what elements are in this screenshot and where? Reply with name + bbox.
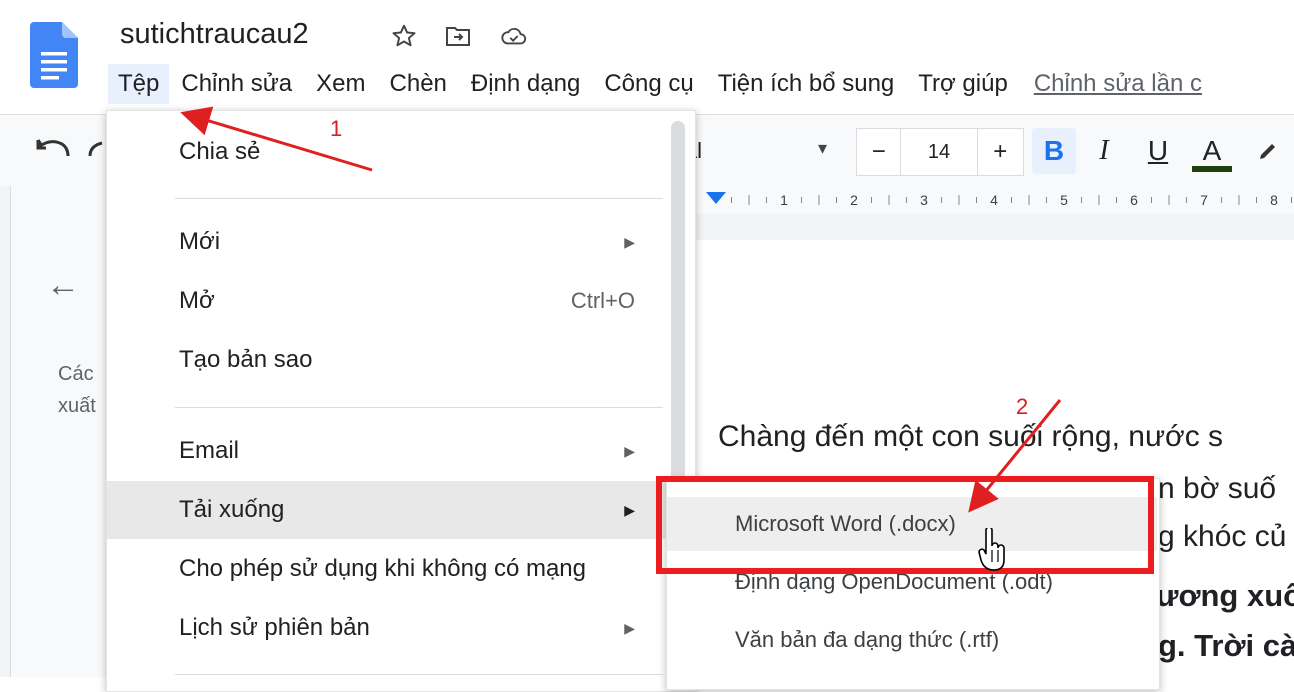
ruler-tick-label: 3 xyxy=(920,192,928,208)
menu-item-new[interactable]: Mới ▶ xyxy=(107,213,693,271)
ruler-tick-label: 1 xyxy=(780,192,788,208)
docs-logo-icon[interactable] xyxy=(30,22,78,88)
doc-text-line: ương xuố xyxy=(1156,578,1294,613)
menu-item-label: Cho phép sử dụng khi không có mạng xyxy=(179,555,587,582)
ruler-tick-label: 8 xyxy=(1270,192,1278,208)
last-edit-link[interactable]: Chỉnh sửa lần c xyxy=(1034,70,1202,98)
undo-icon[interactable] xyxy=(34,132,74,168)
horizontal-ruler[interactable]: 1 2 3 4 5 6 7 8 xyxy=(694,186,1294,215)
indent-marker[interactable] xyxy=(706,192,726,204)
document-title[interactable]: sutichtraucau2 xyxy=(120,18,309,51)
ruler-tick-label: 2 xyxy=(850,192,858,208)
menu-help[interactable]: Trợ giúp xyxy=(906,64,1020,104)
ruler-tick-label: 7 xyxy=(1200,192,1208,208)
page-margin xyxy=(694,214,1294,240)
bold-button[interactable]: B xyxy=(1032,128,1076,174)
menu-item-share[interactable]: Chia sẻ xyxy=(107,123,693,181)
menu-item-label: Mở xyxy=(179,287,215,314)
ruler-tick-label: 5 xyxy=(1060,192,1068,208)
increase-font-size-button[interactable]: + xyxy=(978,129,1023,175)
doc-text-line: g khóc củ xyxy=(1158,520,1287,553)
menu-bar: Tệp Chỉnh sửa Xem Chèn Định dạng Công cụ… xyxy=(108,64,1202,104)
menu-item-label: Tải xuống xyxy=(179,496,285,523)
menu-item-offline[interactable]: Cho phép sử dụng khi không có mạng xyxy=(107,540,693,598)
move-folder-icon[interactable] xyxy=(444,22,472,50)
menu-item-email[interactable]: Email ▶ xyxy=(107,422,693,480)
submenu-arrow-icon: ▶ xyxy=(624,233,635,250)
chevron-down-icon[interactable]: ▾ xyxy=(818,138,827,159)
menu-insert[interactable]: Chèn xyxy=(378,64,459,104)
doc-text-line: n bờ suố xyxy=(1158,472,1277,505)
hand-cursor-icon xyxy=(978,528,1005,571)
menu-view[interactable]: Xem xyxy=(304,64,377,104)
star-icon[interactable] xyxy=(390,22,418,50)
menu-item-make-copy[interactable]: Tạo bản sao xyxy=(107,331,693,389)
menu-format[interactable]: Định dạng xyxy=(459,64,592,104)
menu-item-open[interactable]: Mở Ctrl+O xyxy=(107,272,693,330)
text-color-swatch xyxy=(1192,166,1232,172)
download-rtf-option[interactable]: Văn bản đa dạng thức (.rtf) xyxy=(667,613,1157,667)
ruler-tick-label: 4 xyxy=(990,192,998,208)
annotation-step-1: 1 xyxy=(330,116,343,141)
menu-item-label: Chia sẻ xyxy=(179,138,261,165)
annotation-highlight-box xyxy=(656,476,1154,574)
shortcut-label: Ctrl+O xyxy=(570,288,635,313)
italic-button[interactable]: I xyxy=(1082,128,1126,174)
document-outline-panel xyxy=(11,186,106,677)
menu-item-label: Tạo bản sao xyxy=(179,346,313,373)
annotation-step-2: 2 xyxy=(1016,394,1029,419)
menu-divider xyxy=(175,674,663,675)
doc-text-line: g. Trời cà xyxy=(1158,628,1294,663)
menu-file[interactable]: Tệp xyxy=(108,64,170,104)
submenu-arrow-icon: ▶ xyxy=(624,442,635,459)
menu-addons[interactable]: Tiện ích bổ sung xyxy=(706,64,907,104)
menu-divider xyxy=(175,407,663,408)
outline-line: xuất xyxy=(58,395,96,417)
menu-scrollbar[interactable] xyxy=(671,121,685,491)
decrease-font-size-button[interactable]: − xyxy=(857,129,902,175)
vertical-ruler xyxy=(0,186,11,677)
underline-button[interactable]: U xyxy=(1136,128,1180,174)
submenu-arrow-icon: ▶ xyxy=(624,619,635,636)
submenu-arrow-icon: ▶ xyxy=(624,501,635,518)
doc-text-line: Chàng đến một con suối rộng, nước s xyxy=(718,420,1224,453)
highlight-pen-icon[interactable] xyxy=(1246,128,1290,174)
outline-text: Các xuất xyxy=(58,358,106,422)
ruler-tick-label: 6 xyxy=(1130,192,1138,208)
font-size-input[interactable]: 14 xyxy=(901,129,978,175)
menu-item-label: Email xyxy=(179,437,240,464)
menu-tools[interactable]: Công cụ xyxy=(592,64,705,104)
menu-item-download[interactable]: Tải xuống ▶ xyxy=(107,481,693,539)
menu-edit[interactable]: Chỉnh sửa xyxy=(169,64,304,104)
arrow-left-icon[interactable]: ← xyxy=(46,266,80,305)
outline-line: Các xyxy=(58,363,94,385)
cloud-saved-icon[interactable] xyxy=(500,22,528,50)
font-size-stepper: − 14 + xyxy=(856,128,1024,176)
menu-divider xyxy=(175,198,663,199)
redo-icon[interactable] xyxy=(84,132,104,168)
menu-item-label: Lịch sử phiên bản xyxy=(179,614,370,641)
menu-item-version-history[interactable]: Lịch sử phiên bản ▶ xyxy=(107,599,693,657)
menu-item-label: Văn bản đa dạng thức (.rtf) xyxy=(735,627,1000,652)
menu-item-label: Mới xyxy=(179,228,221,255)
file-menu: Chia sẻ Mới ▶ Mở Ctrl+O Tạo bản sao Emai… xyxy=(106,110,696,692)
